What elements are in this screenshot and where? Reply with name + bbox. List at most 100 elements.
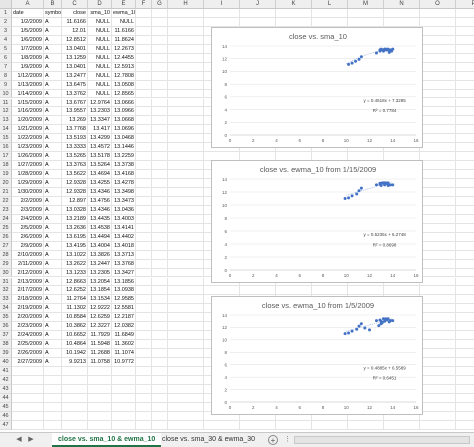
grid-cell[interactable] xyxy=(136,62,152,72)
grid-cell[interactable] xyxy=(348,286,384,296)
grid-cell[interactable] xyxy=(420,89,456,99)
table-cell[interactable]: NULL xyxy=(88,62,112,72)
table-cell[interactable]: 13.2477 xyxy=(62,71,88,81)
grid-cell[interactable] xyxy=(44,420,62,430)
grid-cell[interactable] xyxy=(168,411,204,421)
grid-cell[interactable] xyxy=(168,196,204,206)
grid-cell[interactable] xyxy=(168,384,204,394)
scatter-chart-3[interactable]: close vs. ewma_10 from 1/5/2009 0 2 4 6 8 10 12… xyxy=(211,296,423,415)
table-cell[interactable]: 11.0758 xyxy=(88,358,112,367)
grid-cell[interactable] xyxy=(152,71,168,81)
table-cell[interactable]: 13.2259 xyxy=(112,152,136,162)
grid-cell[interactable] xyxy=(88,384,112,394)
grid-cell[interactable] xyxy=(420,143,456,153)
grid-cell[interactable] xyxy=(168,393,204,403)
table-cell[interactable]: A xyxy=(44,232,62,242)
grid-cell[interactable] xyxy=(420,331,456,341)
grid-cell[interactable] xyxy=(136,313,152,323)
grid-cell[interactable] xyxy=(136,188,152,197)
table-cell[interactable]: 13.4168 xyxy=(112,170,136,180)
grid-cell[interactable] xyxy=(420,26,456,36)
grid-cell[interactable] xyxy=(152,277,168,287)
grid-cell[interactable] xyxy=(276,9,312,18)
table-cell[interactable]: 2/2/2009 xyxy=(12,196,44,206)
table-cell[interactable]: 2/23/2009 xyxy=(12,322,44,332)
row-header[interactable]: 32 xyxy=(0,286,12,296)
table-cell[interactable]: 11.1302 xyxy=(62,304,88,314)
grid-cell[interactable] xyxy=(152,411,168,421)
grid-cell[interactable] xyxy=(152,313,168,323)
grid-cell[interactable] xyxy=(420,367,456,376)
grid-cell[interactable] xyxy=(168,188,204,197)
table-cell[interactable]: 13.9557 xyxy=(62,107,88,117)
grid-cell[interactable] xyxy=(420,152,456,162)
grid-cell[interactable] xyxy=(152,322,168,332)
table-cell[interactable]: NULL xyxy=(88,53,112,63)
scatter-chart-2[interactable]: close vs. ewma_10 from 1/15/2009 0 2 4 6 8 10 1… xyxy=(211,160,423,283)
grid-cell[interactable] xyxy=(456,286,474,296)
column-header-b[interactable]: B xyxy=(44,0,62,9)
table-cell[interactable]: 13.7768 xyxy=(62,125,88,135)
table-cell[interactable]: 2/11/2009 xyxy=(12,259,44,269)
grid-cell[interactable] xyxy=(152,196,168,206)
grid-cell[interactable] xyxy=(456,63,474,72)
column-header-j[interactable]: J xyxy=(240,0,276,9)
table-cell[interactable]: 10.4864 xyxy=(62,340,88,350)
grid-cell[interactable] xyxy=(168,98,204,108)
grid-cell[interactable] xyxy=(112,367,136,376)
grid-cell[interactable] xyxy=(168,161,204,171)
table-cell[interactable]: 13.2447 xyxy=(88,259,112,269)
grid-cell[interactable] xyxy=(136,152,152,162)
table-cell[interactable]: 13.2636 xyxy=(62,223,88,233)
row-header[interactable]: 39 xyxy=(0,349,12,359)
grid-cell[interactable] xyxy=(384,420,420,430)
row-header[interactable]: 46 xyxy=(0,411,12,421)
grid-cell[interactable] xyxy=(168,223,204,233)
row-header[interactable]: 12 xyxy=(0,107,12,117)
table-cell[interactable]: 12.9328 xyxy=(62,179,88,188)
grid-cell[interactable] xyxy=(62,384,88,394)
grid-cell[interactable] xyxy=(312,17,348,27)
grid-cell[interactable] xyxy=(44,384,62,394)
table-cell[interactable]: 12.897 xyxy=(62,196,88,206)
table-cell[interactable]: 10.8584 xyxy=(62,313,88,323)
table-cell[interactable]: 13.4346 xyxy=(88,205,112,215)
grid-cell[interactable] xyxy=(456,18,474,27)
grid-cell[interactable] xyxy=(420,9,456,18)
table-cell[interactable]: 13.0401 xyxy=(62,62,88,72)
grid-cell[interactable] xyxy=(456,206,474,215)
header-cell[interactable]: date xyxy=(12,9,44,18)
table-cell[interactable]: 11.5948 xyxy=(88,340,112,350)
row-header[interactable]: 33 xyxy=(0,295,12,305)
grid-cell[interactable] xyxy=(420,232,456,242)
row-header[interactable]: 1 xyxy=(0,9,12,18)
row-header[interactable]: 23 xyxy=(0,205,12,215)
grid-cell[interactable] xyxy=(420,223,456,233)
table-cell[interactable]: 1/8/2009 xyxy=(12,53,44,63)
grid-cell[interactable] xyxy=(456,161,474,171)
grid-cell[interactable] xyxy=(168,375,204,385)
table-cell[interactable]: A xyxy=(44,223,62,233)
grid-cell[interactable] xyxy=(168,107,204,117)
grid-cell[interactable] xyxy=(168,286,204,296)
row-header[interactable]: 44 xyxy=(0,393,12,403)
grid-cell[interactable] xyxy=(456,242,474,251)
grid-cell[interactable] xyxy=(168,402,204,412)
grid-cell[interactable] xyxy=(152,62,168,72)
grid-cell[interactable] xyxy=(136,250,152,260)
grid-cell[interactable] xyxy=(420,268,456,278)
table-cell[interactable]: 12.5913 xyxy=(112,62,136,72)
tab-close-vs-sma30-ewma30[interactable]: close vs. sma_30 & ewma_30 xyxy=(156,433,261,447)
grid-cell[interactable] xyxy=(420,402,456,412)
table-cell[interactable]: 13.0468 xyxy=(112,134,136,144)
row-header[interactable]: 24 xyxy=(0,214,12,224)
grid-cell[interactable] xyxy=(152,304,168,314)
grid-cell[interactable] xyxy=(44,393,62,403)
grid-cell[interactable] xyxy=(136,89,152,99)
grid-cell[interactable] xyxy=(152,26,168,36)
grid-cell[interactable] xyxy=(152,161,168,171)
table-cell[interactable]: 13.0401 xyxy=(62,44,88,54)
grid-cell[interactable] xyxy=(136,35,152,45)
grid-cell[interactable] xyxy=(136,107,152,117)
table-cell[interactable]: 2/19/2009 xyxy=(12,304,44,314)
